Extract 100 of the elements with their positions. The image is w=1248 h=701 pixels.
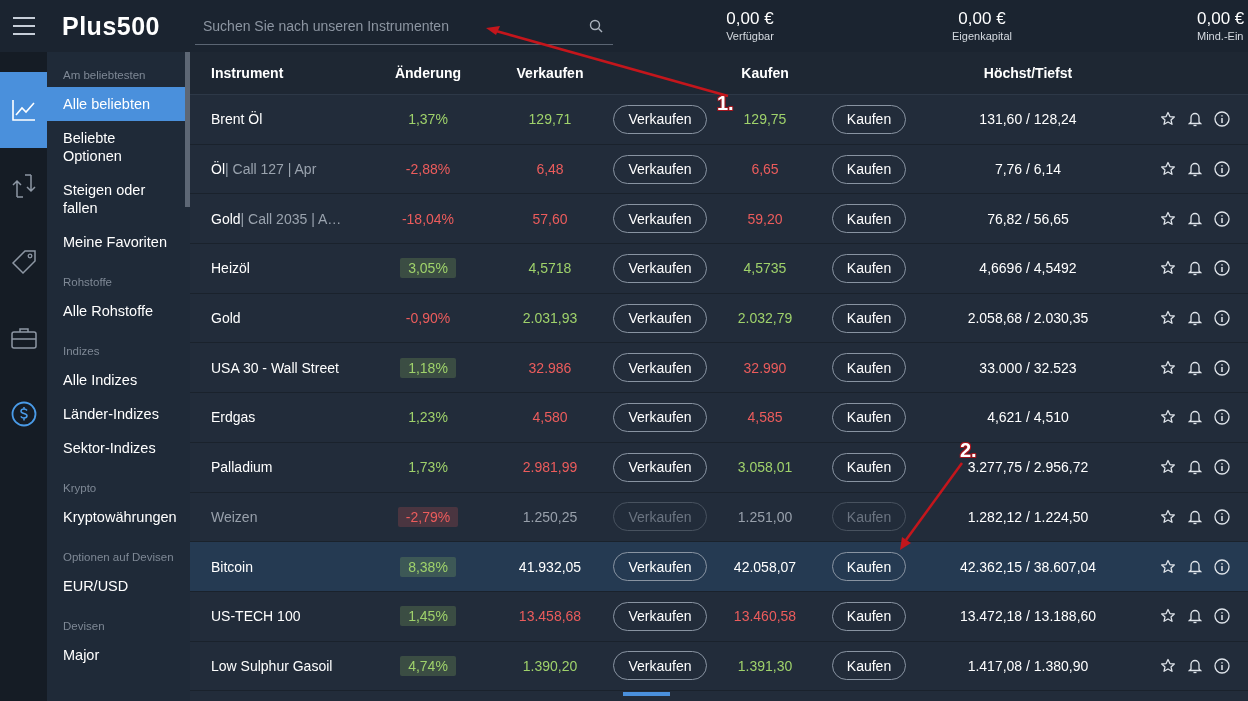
info-icon[interactable]	[1214, 558, 1230, 575]
sidebar-item[interactable]: Beliebte Optionen	[47, 121, 185, 173]
table-row[interactable]: Heizöl 3,05% 4,5718 Verkaufen 4,5735 Kaufen 4,6696 / 4,5492	[190, 244, 1248, 294]
table-row[interactable]: USA 30 - Wall Street 1,18% 32.986 Verkaufen 32.990 Kaufen 33.000 / 32.523	[190, 343, 1248, 394]
dollar-icon	[10, 401, 37, 427]
annotation-label: 1.	[717, 92, 734, 114]
table-row[interactable]: Gold -0,90% 2.031,93 Verkaufen 2.032,79 Kaufen 2.058,68 / 2.030,35	[190, 293, 1248, 344]
high-low-value: 3.277,75 / 2.956,72	[966, 459, 1090, 476]
scrollbar-thumb[interactable]	[185, 52, 190, 207]
bell-icon[interactable]	[1188, 161, 1202, 178]
bell-icon[interactable]	[1188, 210, 1202, 227]
table-row[interactable]: Bitcoin 8,38% 41.932,05 Verkaufen 42.058,07 Kaufen 42.362,15 / 38.607,04	[190, 542, 1248, 592]
buy-price: 4,585	[746, 409, 784, 426]
instrument-name: Low Sulphur Gasoil	[211, 657, 334, 674]
instrument-name: Bitcoin	[211, 558, 255, 575]
change-value: 1,23%	[408, 409, 448, 426]
buy-price: 32.990	[742, 359, 788, 376]
sidebar-item[interactable]: Alle Indizes	[47, 363, 185, 397]
change-value: 1,73%	[408, 459, 448, 476]
stat-label: Eigenkapital	[952, 29, 1012, 43]
star-icon[interactable]	[1160, 161, 1176, 178]
stat-label: Mind.-Ein	[1197, 29, 1244, 43]
bell-icon[interactable]	[1188, 459, 1202, 476]
search-field[interactable]: Suchen Sie nach unseren Instrumenten	[195, 7, 613, 45]
sidebar-item[interactable]: Meine Favoriten	[47, 225, 185, 259]
bell-icon[interactable]	[1188, 359, 1202, 376]
table-row[interactable]: Öl| Call 127 | Apr -2,88% 6,48 Verkaufen 6,65 Kaufen 7,76 / 6,14	[190, 144, 1248, 195]
table-row[interactable]: Palladium 1,73% 2.981,99 Verkaufen 3.058,01 Kaufen 3.277,75 / 2.956,72 2.	[190, 442, 1248, 493]
star-icon[interactable]	[1160, 359, 1176, 376]
tag-icon	[10, 249, 37, 275]
change-value: 1,18%	[408, 359, 448, 376]
info-icon[interactable]	[1214, 161, 1230, 178]
info-icon[interactable]	[1214, 359, 1230, 376]
sidebar-item[interactable]: EUR/USD	[47, 569, 185, 603]
star-icon[interactable]	[1160, 558, 1176, 575]
bell-icon[interactable]	[1188, 409, 1202, 426]
star-icon[interactable]	[1160, 310, 1176, 327]
change-value: -2,88%	[405, 161, 451, 178]
info-icon[interactable]	[1214, 310, 1230, 327]
star-icon[interactable]	[1160, 657, 1176, 674]
logo: Plus500	[62, 11, 160, 41]
column-header: Kaufen	[740, 65, 790, 81]
change-value: 8,38%	[408, 558, 448, 575]
info-icon[interactable]	[1214, 260, 1230, 277]
sell-price: 4,580	[531, 409, 569, 426]
info-icon[interactable]	[1214, 210, 1230, 227]
table-row[interactable]: Brent Öl 1,37% 129,71 Verkaufen 129,75 Kaufen 131,60 / 128,24 1.	[190, 95, 1248, 145]
sidebar-item[interactable]: Alle Rohstoffe	[47, 294, 185, 328]
info-icon[interactable]	[1214, 459, 1230, 476]
star-icon[interactable]	[1160, 459, 1176, 476]
column-header: Instrument	[211, 65, 285, 81]
bell-icon[interactable]	[1188, 310, 1202, 327]
change-value: -18,04%	[401, 210, 455, 227]
table-row[interactable]: Low Sulphur Gasoil 4,74% 1.390,20 Verkaufen 1.391,30 Kaufen 1.417,08 / 1.380,90	[190, 641, 1248, 692]
bell-icon[interactable]	[1188, 260, 1202, 277]
star-icon[interactable]	[1160, 409, 1176, 426]
info-icon[interactable]	[1214, 608, 1230, 625]
sidebar-item[interactable]: Major	[47, 638, 185, 672]
sidebar-heading: Optionen auf Devisen	[62, 550, 175, 565]
star-icon[interactable]	[1160, 260, 1176, 277]
high-low-value: 13.472,18 / 13.188,60	[958, 608, 1098, 625]
change-value: 1,45%	[408, 608, 448, 625]
sidebar-item[interactable]: Steigen oder fallen	[47, 173, 185, 225]
high-low-value: 4,6696 / 4,5492	[978, 260, 1078, 277]
sidebar-item[interactable]: Kryptowährungen	[47, 500, 185, 534]
high-low-value: 1.417,08 / 1.380,90	[966, 657, 1090, 674]
star-icon[interactable]	[1160, 608, 1176, 625]
sidebar-heading: Am beliebtesten	[62, 68, 147, 83]
column-header: Verkaufen	[515, 65, 585, 81]
instrument-name: Weizen	[211, 508, 259, 525]
sidebar-item[interactable]: Sektor-Indizes	[47, 431, 185, 465]
high-low-value: 33.000 / 32.523	[978, 359, 1078, 376]
info-icon[interactable]	[1214, 409, 1230, 426]
buy-price: 13.460,58	[732, 608, 798, 625]
sell-price: 2.031,93	[521, 310, 579, 327]
instrument-name: Öl| Call 127 | Apr	[211, 161, 318, 178]
arrows-swap-icon	[10, 173, 37, 199]
info-icon[interactable]	[1214, 111, 1230, 128]
sell-price: 41.932,05	[517, 558, 583, 575]
bell-icon[interactable]	[1188, 111, 1202, 128]
sidebar-item[interactable]: Länder-Indizes	[47, 397, 185, 431]
star-icon[interactable]	[1160, 210, 1176, 227]
buy-price: 1.391,30	[736, 657, 794, 674]
instrument-name: Gold| Call 2035 | A…	[211, 210, 343, 227]
bell-icon[interactable]	[1188, 657, 1202, 674]
info-icon[interactable]	[1214, 657, 1230, 674]
bell-icon[interactable]	[1188, 558, 1202, 575]
buy-price: 42.058,07	[732, 558, 798, 575]
star-icon[interactable]	[1160, 111, 1176, 128]
table-row[interactable]: Erdgas 1,23% 4,580 Verkaufen 4,585 Kaufen 4,621 / 4,510	[190, 393, 1248, 443]
buy-price: 6,65	[750, 161, 780, 178]
bell-icon[interactable]	[1188, 608, 1202, 625]
sell-price: 13.458,68	[517, 608, 583, 625]
menu-icon[interactable]	[12, 17, 35, 35]
sidebar-heading: Rohstoffe	[62, 275, 113, 290]
scrollbar-thumb[interactable]	[623, 692, 670, 696]
table-row[interactable]: US-TECH 100 1,45% 13.458,68 Verkaufen 13.460,58 Kaufen 13.472,18 / 13.188,60	[190, 591, 1248, 642]
high-low-value: 76,82 / 56,65	[986, 210, 1070, 227]
buy-price: 129,75	[742, 111, 788, 128]
table-row[interactable]: Gold| Call 2035 | A… -18,04% 57,60 Verkaufen 59,20 Kaufen 76,82 / 56,65	[190, 194, 1248, 245]
